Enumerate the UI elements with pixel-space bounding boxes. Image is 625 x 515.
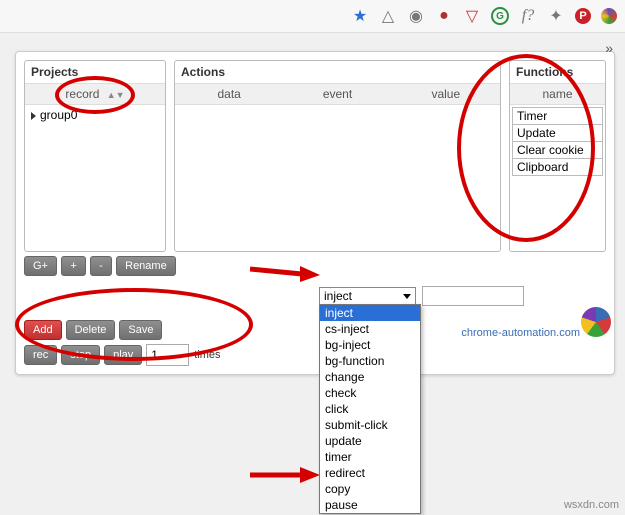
caret-right-icon [31, 112, 36, 120]
functions-header: Functions [510, 61, 605, 83]
dropdown-option[interactable]: bg-inject [320, 337, 420, 353]
function-item[interactable]: Clipboard [512, 158, 603, 176]
shield-icon[interactable]: ▽ [463, 7, 481, 25]
functions-col-name[interactable]: name [510, 84, 605, 104]
actions-col-header: data event value [175, 83, 500, 105]
rec-button[interactable]: rec [24, 345, 57, 365]
times-input[interactable] [146, 344, 189, 366]
font-icon[interactable]: f? [519, 7, 537, 25]
overflow-chevron-icon[interactable]: » [605, 40, 613, 56]
delete-button[interactable]: Delete [66, 320, 116, 340]
rename-button[interactable]: Rename [116, 256, 176, 276]
event-dropdown: inject cs-inject bg-inject bg-function c… [319, 304, 421, 514]
annotation-arrow-icon [250, 465, 320, 485]
function-item[interactable]: Update [512, 124, 603, 142]
functions-box: Functions name Timer Update Clear cookie… [509, 60, 606, 252]
projects-header: Projects [25, 61, 165, 83]
project-item[interactable]: group0 [25, 105, 165, 125]
actions-box: Actions data event value [174, 60, 501, 252]
functions-col-header: name [510, 83, 605, 105]
projects-col-header[interactable]: record ▲▼ [25, 83, 165, 105]
actions-col-data[interactable]: data [175, 84, 283, 104]
chevron-down-icon [403, 294, 411, 299]
stop-button[interactable]: stop [61, 345, 100, 365]
gplus-button[interactable]: G+ [24, 256, 57, 276]
logo-icon [581, 307, 611, 337]
projects-sort-col[interactable]: record ▲▼ [25, 84, 165, 104]
functions-list: Timer Update Clear cookie Clipboard [510, 105, 605, 177]
dropdown-option[interactable]: redirect [320, 465, 420, 481]
function-item[interactable]: Clear cookie [512, 141, 603, 159]
dropdown-option[interactable]: inject [320, 305, 420, 321]
action-select-row: inject inject cs-inject bg-inject bg-fun… [319, 286, 606, 306]
function-item[interactable]: Timer [512, 107, 603, 125]
value-input[interactable] [422, 286, 524, 306]
drive-icon[interactable]: △ [379, 7, 397, 25]
pinterest-icon[interactable]: P [575, 8, 591, 24]
dropdown-option[interactable]: copy [320, 481, 420, 497]
dropdown-option[interactable]: timer [320, 449, 420, 465]
save-button[interactable]: Save [119, 320, 162, 340]
actions-col-event[interactable]: event [283, 84, 391, 104]
dropdown-option[interactable]: click [320, 401, 420, 417]
event-select-value: inject [324, 289, 352, 303]
dropdown-option[interactable]: submit-click [320, 417, 420, 433]
projects-box: Projects record ▲▼ group0 [24, 60, 166, 252]
play-row: rec stop play times [24, 344, 606, 366]
dropdown-option[interactable]: bg-function [320, 353, 420, 369]
dot-icon[interactable]: ● [435, 7, 453, 25]
dropdown-option[interactable]: cs-inject [320, 321, 420, 337]
site-link[interactable]: chrome-automation.com [461, 327, 580, 339]
watermark: wsxdn.com [564, 499, 619, 511]
add-button[interactable]: Add [24, 320, 62, 340]
minus-button[interactable]: - [90, 256, 112, 276]
grammarly-icon[interactable]: G [491, 7, 509, 25]
event-select[interactable]: inject inject cs-inject bg-inject bg-fun… [319, 287, 416, 305]
actions-col-value[interactable]: value [392, 84, 500, 104]
project-buttons: G+ + - Rename [24, 256, 606, 276]
browser-toolbar: ★ △ ◉ ● ▽ G f? ✦ P [0, 0, 625, 33]
times-label: times [194, 349, 220, 361]
dropdown-option[interactable]: update [320, 433, 420, 449]
play-button[interactable]: play [104, 345, 142, 365]
evernote-icon[interactable]: ✦ [547, 7, 565, 25]
dropdown-option[interactable]: change [320, 369, 420, 385]
camera-icon[interactable]: ◉ [407, 7, 425, 25]
extension-icon[interactable] [601, 8, 617, 24]
actions-header: Actions [175, 61, 500, 83]
dropdown-option[interactable]: pause [320, 497, 420, 513]
dropdown-option[interactable]: check [320, 385, 420, 401]
star-icon[interactable]: ★ [351, 7, 369, 25]
plus-button[interactable]: + [61, 256, 85, 276]
